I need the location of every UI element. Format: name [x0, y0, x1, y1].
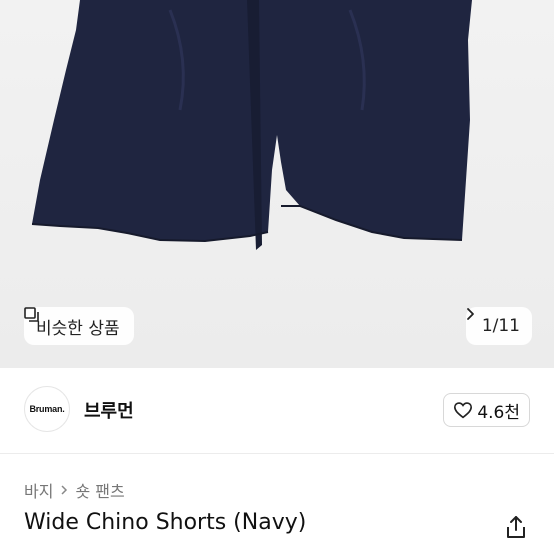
product-image-gallery[interactable]: 비슷한 상품 1/11	[0, 0, 554, 368]
similar-items-label: 비슷한 상품	[36, 318, 120, 339]
image-counter-button[interactable]: 1/11	[465, 307, 532, 345]
like-button[interactable]: 4.6천	[443, 393, 530, 427]
shop-name[interactable]: 브루먼	[84, 397, 134, 423]
shop-info: Bruman. 브루먼 4.6천	[0, 368, 554, 454]
similar-items-button[interactable]: 비슷한 상품	[24, 307, 134, 345]
breadcrumb-item-shorts[interactable]: 숏 팬츠	[75, 478, 124, 502]
like-count: 4.6천	[477, 402, 520, 423]
similar-items-icon	[24, 307, 39, 322]
image-counter: 1/11	[481, 316, 520, 336]
product-title: Wide Chino Shorts (Navy)	[24, 510, 307, 535]
heart-icon	[454, 402, 473, 419]
share-icon[interactable]	[503, 514, 529, 540]
breadcrumb: 바지 숏 팬츠	[24, 478, 125, 502]
chevron-right-icon	[466, 308, 474, 320]
chevron-right-icon	[61, 485, 68, 495]
shop-logo[interactable]: Bruman.	[24, 386, 70, 432]
breadcrumb-item-pants[interactable]: 바지	[24, 478, 53, 502]
shop-logo-text: Bruman.	[29, 404, 65, 414]
